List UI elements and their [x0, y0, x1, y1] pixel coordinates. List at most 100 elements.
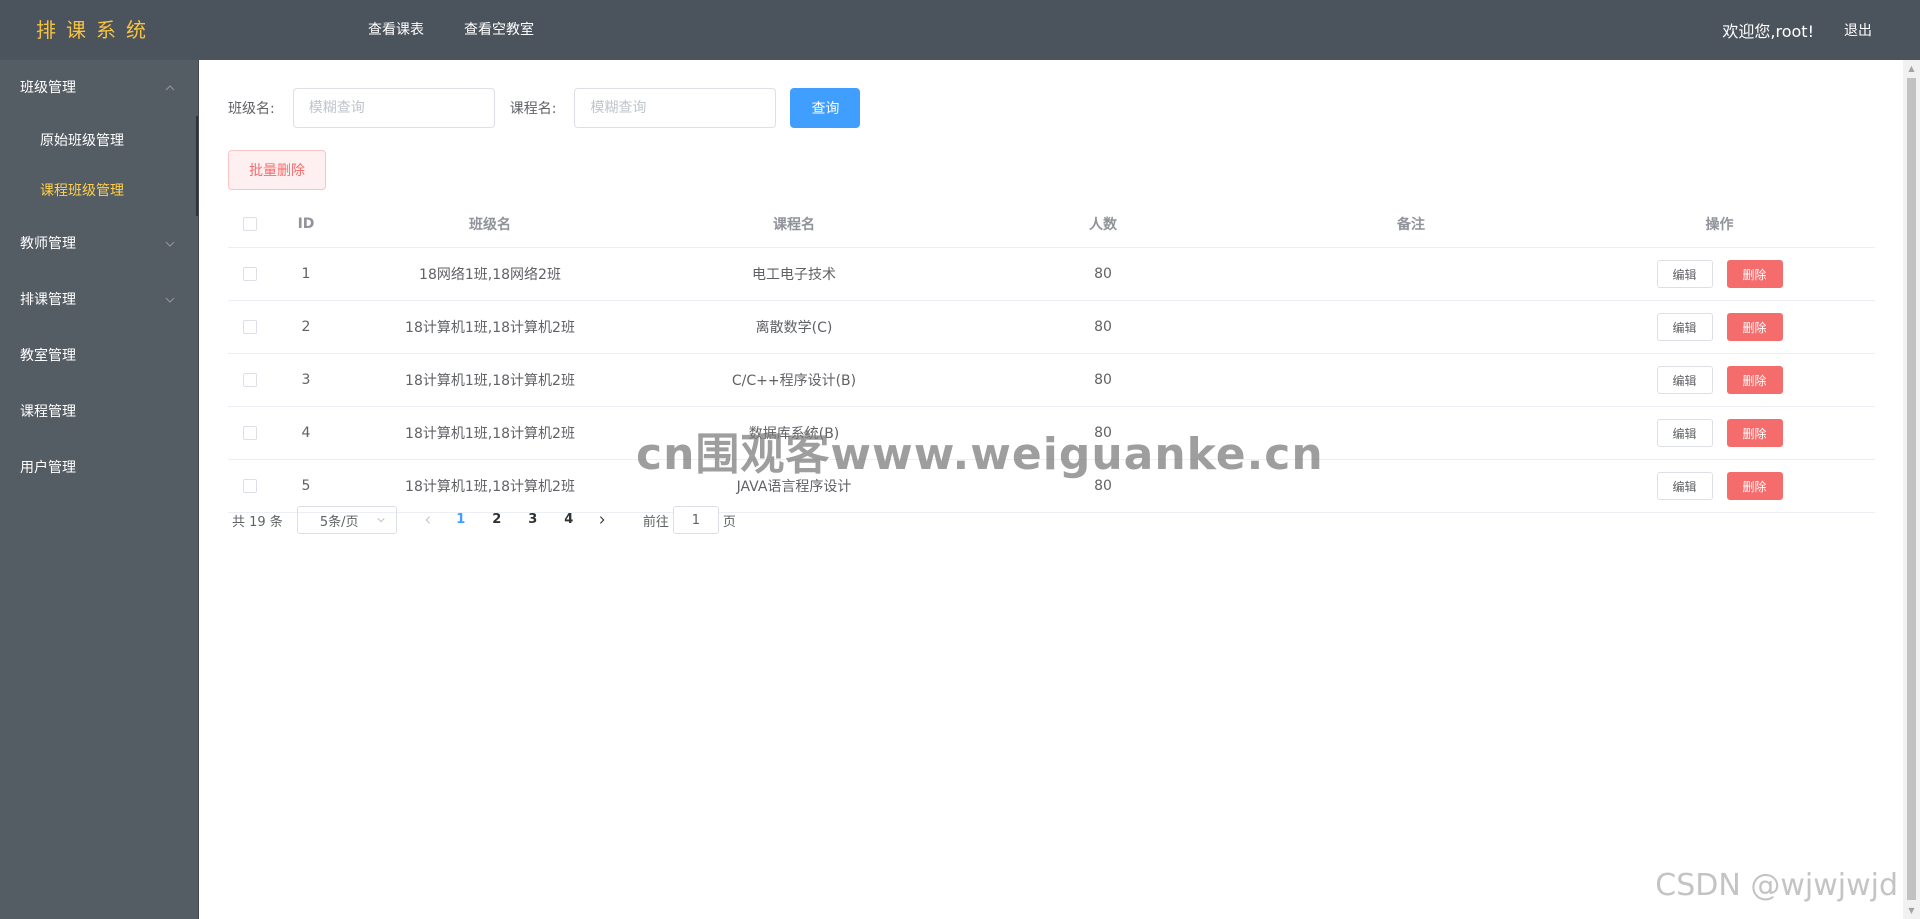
table-row: 3 18计算机1班,18计算机2班 C/C++程序设计(B) 80 编辑 删除: [228, 354, 1875, 407]
row-checkbox[interactable]: [243, 267, 257, 281]
delete-button[interactable]: 删除: [1726, 472, 1783, 500]
cell-count: 80: [1094, 478, 1112, 494]
delete-button[interactable]: 删除: [1726, 419, 1783, 447]
next-page-button[interactable]: [587, 506, 617, 534]
cell-ops: 编辑 删除: [1564, 260, 1875, 288]
sidebar-item-label: 班级管理: [20, 80, 76, 96]
chevron-left-icon: [425, 516, 430, 524]
table-row: 4 18计算机1班,18计算机2班 数据库系统(B) 80 编辑 删除: [228, 407, 1875, 460]
course-name-search-input[interactable]: [574, 88, 777, 128]
table-row: 2 18计算机1班,18计算机2班 离散数学(C) 80 编辑 删除: [228, 301, 1875, 354]
sidebar-item-label: 教师管理: [20, 236, 76, 252]
cell-count: 80: [1094, 425, 1112, 441]
cell-course-name: JAVA语言程序设计: [736, 479, 852, 495]
sidebar-item-label: 用户管理: [20, 460, 76, 476]
course-name-label: 课程名:: [509, 101, 557, 117]
search-bar: 班级名: 课程名: 查询: [228, 88, 861, 128]
page-size-value: 5条/页: [319, 514, 359, 530]
user-area: 欢迎您,root! 退出: [1722, 0, 1872, 60]
cell-course-name: 数据库系统(B): [748, 426, 840, 442]
goto-suffix: 页: [722, 514, 736, 530]
cell-class-name: 18计算机1班,18计算机2班: [405, 479, 575, 495]
sidebar-item-label: 教室管理: [20, 348, 76, 364]
delete-button[interactable]: 删除: [1726, 260, 1783, 288]
sidebar-item-teacher-management[interactable]: 教师管理: [0, 216, 198, 272]
cell-ops: 编辑 删除: [1564, 366, 1875, 394]
header-remark: 备注: [1397, 216, 1425, 233]
header-class-name: 班级名: [469, 216, 511, 233]
row-check-cell: [228, 320, 272, 334]
main-content: 班级名: 课程名: 查询 批量删除 ID 班级名 课程名 人数 备注 操作 1 …: [200, 60, 1903, 919]
chevron-down-icon: [164, 216, 176, 272]
table-row: 1 18网络1班,18网络2班 电工电子技术 80 编辑 删除: [228, 248, 1875, 301]
total-count: 共 19 条: [232, 514, 283, 530]
page-number-3[interactable]: 3: [515, 506, 551, 534]
welcome-text: 欢迎您,root!: [1722, 22, 1814, 41]
row-checkbox[interactable]: [243, 320, 257, 334]
cell-count: 80: [1094, 319, 1112, 335]
logout-link[interactable]: 退出: [1844, 20, 1872, 40]
class-name-search-input[interactable]: [292, 88, 495, 128]
cell-course-name: 电工电子技术: [752, 267, 836, 283]
batch-delete-button[interactable]: 批量删除: [228, 150, 326, 190]
sidebar-item-course-class[interactable]: 课程班级管理: [0, 166, 196, 216]
delete-button[interactable]: 删除: [1726, 366, 1783, 394]
sidebar-item-schedule-management[interactable]: 排课管理: [0, 272, 198, 328]
top-nav: 查看课表 查看空教室: [348, 0, 554, 60]
page-size-select[interactable]: 5条/页: [296, 506, 397, 534]
cell-class-name: 18计算机1班,18计算机2班: [405, 320, 575, 336]
row-checkbox[interactable]: [243, 426, 257, 440]
cell-ops: 编辑 删除: [1564, 419, 1875, 447]
cell-count: 80: [1094, 266, 1112, 282]
scrollbar-thumb[interactable]: [1907, 78, 1916, 900]
row-checkbox[interactable]: [243, 479, 257, 493]
goto-page-input[interactable]: [672, 506, 719, 534]
chevron-down-icon: [376, 515, 386, 525]
cell-ops: 编辑 删除: [1564, 472, 1875, 500]
sidebar-item-user-management[interactable]: 用户管理: [0, 440, 198, 496]
header-ops: 操作: [1705, 216, 1734, 233]
row-checkbox[interactable]: [243, 373, 257, 387]
nav-view-empty-classroom[interactable]: 查看空教室: [444, 0, 554, 60]
row-check-cell: [228, 426, 272, 440]
cell-id: 5: [301, 478, 311, 494]
cell-id: 3: [301, 372, 311, 388]
page-number-1[interactable]: 1: [443, 506, 479, 534]
nav-view-timetable[interactable]: 查看课表: [348, 0, 444, 60]
sidebar-item-course-management[interactable]: 课程管理: [0, 384, 198, 440]
header-id: ID: [297, 215, 315, 232]
scroll-down-arrow-icon[interactable]: ▼: [1903, 902, 1920, 919]
delete-button[interactable]: 删除: [1726, 313, 1783, 341]
top-header: 排课系统 查看课表 查看空教室 欢迎您,root! 退出: [0, 0, 1920, 60]
row-check-cell: [228, 267, 272, 281]
pagination: 共 19 条 5条/页 1 2 3 4 前往 页: [228, 506, 736, 534]
chevron-right-icon: [599, 516, 605, 524]
cell-id: 1: [301, 266, 311, 282]
class-name-label: 班级名:: [228, 101, 275, 117]
sidebar-item-class-management[interactable]: 班级管理: [0, 60, 198, 116]
page-jumper: 前往 页: [643, 506, 736, 534]
edit-button[interactable]: 编辑: [1656, 313, 1713, 341]
scroll-up-arrow-icon[interactable]: ▲: [1903, 60, 1920, 77]
sidebar-item-label: 排课管理: [20, 292, 76, 308]
sidebar-item-original-class[interactable]: 原始班级管理: [0, 116, 196, 166]
cell-ops: 编辑 删除: [1564, 313, 1875, 341]
cell-class-name: 18计算机1班,18计算机2班: [405, 373, 575, 389]
prev-page-button[interactable]: [413, 506, 443, 534]
select-all-cell: [228, 216, 272, 231]
cell-id: 2: [301, 319, 311, 335]
page-number-2[interactable]: 2: [479, 506, 515, 534]
edit-button[interactable]: 编辑: [1656, 419, 1713, 447]
select-all-checkbox[interactable]: [243, 216, 257, 231]
vertical-scrollbar[interactable]: ▲ ▼: [1903, 60, 1920, 919]
edit-button[interactable]: 编辑: [1656, 366, 1713, 394]
cell-id: 4: [301, 425, 311, 441]
edit-button[interactable]: 编辑: [1656, 260, 1713, 288]
page-number-4[interactable]: 4: [551, 506, 587, 534]
edit-button[interactable]: 编辑: [1656, 472, 1713, 500]
cell-course-name: 离散数学(C): [755, 320, 833, 336]
query-button[interactable]: 查询: [790, 88, 861, 128]
sidebar-item-label: 课程管理: [20, 404, 76, 420]
sidebar-item-classroom-management[interactable]: 教室管理: [0, 328, 198, 384]
chevron-up-icon: [164, 60, 176, 116]
